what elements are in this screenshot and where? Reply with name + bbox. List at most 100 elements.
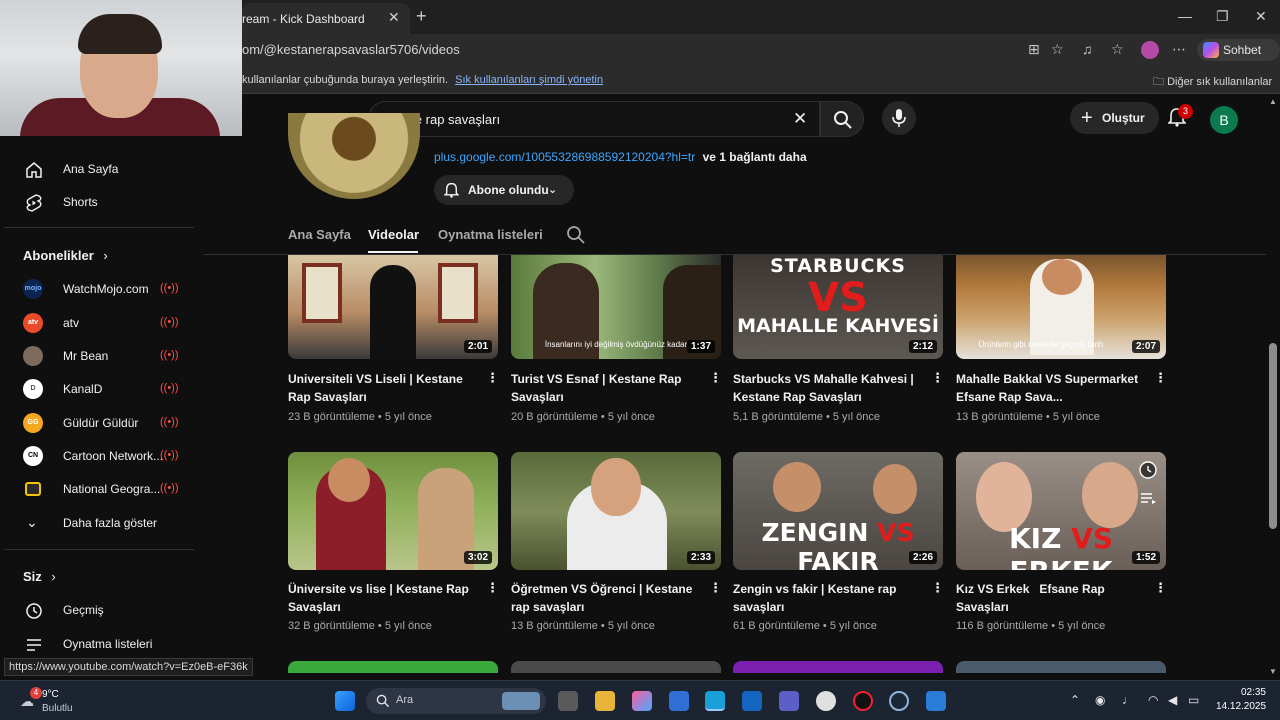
sidebar-item-home[interactable]: Ana Sayfa: [0, 152, 200, 186]
browser-tab[interactable]: ream - Kick Dashboard ✕: [242, 3, 410, 34]
app-available-icon[interactable]: ⊞: [1028, 41, 1040, 58]
tab-videos[interactable]: Videolar: [368, 227, 419, 242]
video-menu-icon[interactable]: ⋮: [1154, 580, 1167, 596]
store-icon[interactable]: [742, 691, 762, 711]
video-thumbnail[interactable]: Ürünlerin gibi senin de geçmiş tarih 2:0…: [956, 255, 1166, 359]
you-heading[interactable]: Siz ›: [23, 569, 56, 584]
url-field[interactable]: om/@kestanerapsavaslar5706/videos: [242, 42, 460, 57]
sidebar-channel-item[interactable]: D KanalD ((•)): [0, 372, 200, 406]
video-menu-icon[interactable]: ⋮: [486, 370, 499, 386]
taskbar-search[interactable]: Ara: [366, 688, 546, 714]
sidebar-channel-item[interactable]: CN Cartoon Network... ((•)): [0, 439, 200, 473]
user-avatar[interactable]: B: [1210, 106, 1238, 134]
scroll-up-icon[interactable]: ▲: [1269, 97, 1277, 106]
video-menu-icon[interactable]: ⋮: [931, 580, 944, 596]
video-title[interactable]: Öğretmen VS Öğrenci | Kestane rap savaşl…: [511, 580, 699, 616]
app-icon[interactable]: [853, 691, 873, 711]
favorite-star-icon[interactable]: ☆: [1051, 41, 1064, 58]
extensions-icon[interactable]: ♫: [1082, 41, 1093, 57]
video-title[interactable]: Turist VS Esnaf | Kestane Rap Savaşları: [511, 370, 699, 406]
taskbar-clock[interactable]: 02:35 14.12.2025: [1216, 686, 1266, 714]
new-tab-icon[interactable]: +: [416, 6, 427, 27]
sidebar-item-shorts[interactable]: Shorts: [0, 185, 200, 219]
battery-icon[interactable]: ▭: [1188, 693, 1199, 707]
sidebar-channel-item[interactable]: Mr Bean ((•)): [0, 339, 200, 373]
video-thumbnail[interactable]: [288, 661, 498, 673]
minimize-icon[interactable]: —: [1178, 8, 1192, 24]
search-input[interactable]: efsane rap savaşları ✕: [368, 101, 820, 137]
teams-icon[interactable]: [779, 691, 799, 711]
wifi-icon[interactable]: ◠: [1148, 693, 1158, 707]
video-title[interactable]: Mahalle Bakkal VS Supermarket Efsane Rap…: [956, 370, 1144, 406]
video-title[interactable]: Starbucks VS Mahalle Kahvesi | Kestane R…: [733, 370, 921, 406]
file-explorer-icon[interactable]: [595, 691, 615, 711]
watch-later-icon[interactable]: [1138, 460, 1158, 480]
sidebar-item-playlists[interactable]: Oynatma listeleri: [0, 627, 200, 661]
video-menu-icon[interactable]: ⋮: [709, 370, 722, 386]
favorites-icon[interactable]: ☆: [1111, 41, 1124, 58]
sidebar-item-history[interactable]: Geçmiş: [0, 593, 200, 627]
microphone-icon[interactable]: ♩: [1122, 693, 1134, 707]
other-favorites[interactable]: 🗀 Diğer sık kullanılanlar: [1153, 73, 1272, 92]
scrollbar-thumb[interactable]: [1269, 343, 1277, 529]
sidebar-channel-item[interactable]: atv atv ((•)): [0, 306, 200, 340]
video-menu-icon[interactable]: ⋮: [486, 580, 499, 596]
video-thumbnail[interactable]: [956, 661, 1166, 673]
video-thumbnail[interactable]: [733, 661, 943, 673]
video-thumbnail[interactable]: [511, 661, 721, 673]
video-title[interactable]: Zengin vs fakir | Kestane rap savaşları: [733, 580, 921, 616]
tab-playlists[interactable]: Oynatma listeleri: [438, 227, 543, 242]
steam-icon[interactable]: [889, 691, 909, 711]
channel-external-link[interactable]: plus.google.com/100553286988592120204?hl…: [434, 150, 695, 164]
sidebar-channel-item[interactable]: mojo WatchMojo.com ((•)): [0, 272, 200, 306]
video-thumbnail[interactable]: ZENGIN VS FAKIR 2:26: [733, 452, 943, 570]
edge-icon[interactable]: [705, 691, 725, 711]
show-more-button[interactable]: ⌄ Daha fazla göster: [0, 506, 200, 540]
subscriptions-heading[interactable]: Abonelikler ›: [23, 248, 108, 263]
more-links[interactable]: ve 1 bağlantı daha: [703, 150, 807, 164]
tab-home[interactable]: Ana Sayfa: [288, 227, 351, 242]
volume-icon[interactable]: ◀: [1168, 693, 1177, 707]
sidebar-channel-item[interactable]: National Geogra... ((•)): [0, 472, 200, 506]
page-scrollbar[interactable]: ▲ ▼: [1266, 95, 1280, 678]
subscribed-button[interactable]: Abone olundu ⌄: [434, 175, 574, 205]
video-thumbnail[interactable]: KIZ VS ERKEK 1:52: [956, 452, 1166, 570]
video-thumbnail[interactable]: 2:01: [288, 255, 498, 359]
live-icon: ((•)): [160, 482, 179, 494]
clear-search-icon[interactable]: ✕: [793, 109, 807, 129]
video-thumbnail[interactable]: STARBUCKS VS MAHALLE KAHVESİ 2:12: [733, 255, 943, 359]
add-to-queue-icon[interactable]: [1138, 488, 1158, 508]
video-title[interactable]: Universiteli VS Liseli | Kestane Rap Sav…: [288, 370, 476, 406]
restore-icon[interactable]: ❐: [1216, 8, 1229, 25]
video-menu-icon[interactable]: ⋮: [709, 580, 722, 596]
search-button[interactable]: [820, 101, 864, 137]
sidebar-channel-item[interactable]: GG Güldür Güldür ((•)): [0, 406, 200, 440]
start-icon[interactable]: [335, 691, 355, 711]
tray-overflow-icon[interactable]: ⌃: [1070, 693, 1080, 707]
video-thumbnail[interactable]: 3:02: [288, 452, 498, 570]
outlook-icon[interactable]: [669, 691, 689, 711]
channel-search-icon[interactable]: [566, 225, 586, 245]
scroll-down-icon[interactable]: ▼: [1269, 667, 1277, 676]
chatgpt-icon[interactable]: [816, 691, 836, 711]
more-menu-icon[interactable]: ⋯: [1172, 41, 1186, 58]
task-view-icon[interactable]: [558, 691, 578, 711]
tray-app-icon[interactable]: ◉: [1095, 693, 1105, 707]
tab-close-icon[interactable]: ✕: [388, 9, 400, 26]
manage-favorites-link[interactable]: Sık kullanılanları şimdi yönetin: [455, 74, 603, 86]
app-icon[interactable]: [926, 691, 946, 711]
copilot-button[interactable]: Sohbet et: [1197, 39, 1280, 79]
video-thumbnail[interactable]: 2:33: [511, 452, 721, 570]
live-icon: ((•)): [160, 416, 179, 428]
voice-search-button[interactable]: [882, 101, 916, 135]
video-thumbnail[interactable]: İnsanlarını iyi değilmiş övdüğünüz kadar…: [511, 255, 721, 359]
profile-avatar[interactable]: [1141, 41, 1159, 59]
create-button[interactable]: + Oluştur: [1070, 102, 1159, 134]
video-menu-icon[interactable]: ⋮: [1154, 370, 1167, 386]
other-favorites-label: Diğer sık kullanılanlar: [1167, 76, 1273, 88]
video-title[interactable]: Üniversite vs lise | Kestane Rap Savaşla…: [288, 580, 476, 616]
copilot-app-icon[interactable]: [632, 691, 652, 711]
video-title[interactable]: Kız VS Erkek Efsane Rap Savaşları: [956, 580, 1144, 616]
video-menu-icon[interactable]: ⋮: [931, 370, 944, 386]
window-close-icon[interactable]: ✕: [1255, 8, 1267, 25]
